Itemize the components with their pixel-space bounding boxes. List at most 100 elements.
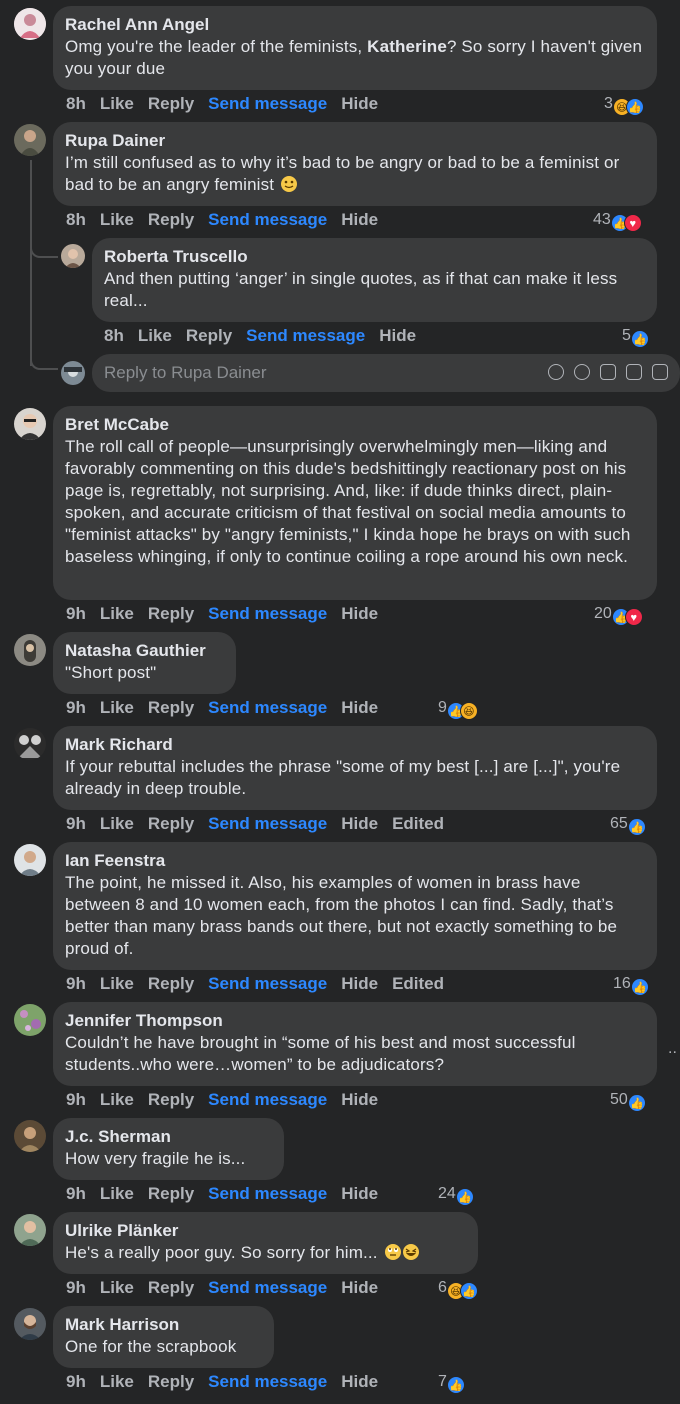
reply-button[interactable]: Reply: [148, 1090, 194, 1110]
send-message-button[interactable]: Send message: [208, 1090, 327, 1110]
reply-button[interactable]: Reply: [148, 1184, 194, 1204]
hide-button[interactable]: Hide: [341, 814, 378, 834]
comment-author[interactable]: Rachel Ann Angel: [65, 14, 645, 36]
hide-button[interactable]: Hide: [341, 1184, 378, 1204]
comment-author[interactable]: Rupa Dainer: [65, 130, 645, 152]
hide-button[interactable]: Hide: [341, 698, 378, 718]
comment-author[interactable]: Roberta Truscello: [104, 246, 645, 268]
reply-button[interactable]: Reply: [148, 1372, 194, 1392]
reaction-summary[interactable]: 50 👍: [610, 1090, 646, 1112]
comment-time[interactable]: 8h: [104, 326, 124, 346]
avatar-sticker-icon[interactable]: [548, 364, 564, 380]
comment-author[interactable]: Bret McCabe: [65, 414, 645, 436]
hide-button[interactable]: Hide: [379, 326, 416, 346]
like-button[interactable]: Like: [100, 1090, 134, 1110]
comment-time[interactable]: 8h: [66, 94, 86, 114]
comment-time[interactable]: 9h: [66, 698, 86, 718]
like-button[interactable]: Like: [100, 698, 134, 718]
avatar[interactable]: [14, 408, 46, 440]
reply-button[interactable]: Reply: [148, 814, 194, 834]
hide-button[interactable]: Hide: [341, 210, 378, 230]
like-button[interactable]: Like: [100, 1278, 134, 1298]
comment-time[interactable]: 8h: [66, 210, 86, 230]
reply-button[interactable]: Reply: [148, 1278, 194, 1298]
avatar[interactable]: [14, 1308, 46, 1340]
camera-icon[interactable]: [600, 364, 616, 380]
reaction-summary[interactable]: 6 😆👍: [438, 1278, 478, 1300]
avatar[interactable]: [14, 1004, 46, 1036]
like-button[interactable]: Like: [100, 604, 134, 624]
avatar[interactable]: [14, 1214, 46, 1246]
comment-author[interactable]: Ulrike Plänker: [65, 1220, 466, 1242]
send-message-button[interactable]: Send message: [208, 1278, 327, 1298]
comment-author[interactable]: Ian Feenstra: [65, 850, 645, 872]
hide-button[interactable]: Hide: [341, 1372, 378, 1392]
avatar[interactable]: [61, 244, 85, 268]
reply-button[interactable]: Reply: [148, 698, 194, 718]
send-message-button[interactable]: Send message: [208, 1372, 327, 1392]
edited-label[interactable]: Edited: [392, 974, 444, 994]
reply-button[interactable]: Reply: [148, 974, 194, 994]
hide-button[interactable]: Hide: [341, 974, 378, 994]
reply-button[interactable]: Reply: [186, 326, 232, 346]
reaction-summary[interactable]: 16 👍: [613, 974, 649, 996]
reaction-summary[interactable]: 3 😆👍: [604, 94, 644, 116]
send-message-button[interactable]: Send message: [208, 1184, 327, 1204]
comment-author[interactable]: Mark Harrison: [65, 1314, 262, 1336]
reaction-summary[interactable]: 24 👍: [438, 1184, 474, 1206]
comment-time[interactable]: 9h: [66, 1372, 86, 1392]
comment-author[interactable]: Mark Richard: [65, 734, 645, 756]
edited-label[interactable]: Edited: [392, 814, 444, 834]
avatar[interactable]: [14, 124, 46, 156]
comment-time[interactable]: 9h: [66, 814, 86, 834]
hide-button[interactable]: Hide: [341, 604, 378, 624]
send-message-button[interactable]: Send message: [246, 326, 365, 346]
send-message-button[interactable]: Send message: [208, 604, 327, 624]
comment-time[interactable]: 9h: [66, 1090, 86, 1110]
comment-author[interactable]: J.c. Sherman: [65, 1126, 272, 1148]
comment-author[interactable]: Jennifer Thompson: [65, 1010, 645, 1032]
sticker-icon[interactable]: [652, 364, 668, 380]
comment-time[interactable]: 9h: [66, 974, 86, 994]
avatar[interactable]: [14, 728, 46, 760]
more-options-icon[interactable]: ..: [668, 1040, 677, 1058]
reaction-summary[interactable]: 65 👍: [610, 814, 646, 836]
send-message-button[interactable]: Send message: [208, 814, 327, 834]
like-button[interactable]: Like: [100, 94, 134, 114]
send-message-button[interactable]: Send message: [208, 94, 327, 114]
like-button[interactable]: Like: [100, 974, 134, 994]
reaction-summary[interactable]: 7 👍: [438, 1372, 465, 1394]
send-message-button[interactable]: Send message: [208, 974, 327, 994]
gif-icon[interactable]: [626, 364, 642, 380]
reply-button[interactable]: Reply: [148, 604, 194, 624]
hide-button[interactable]: Hide: [341, 1278, 378, 1298]
reaction-summary[interactable]: 5 👍: [622, 326, 649, 348]
comment-time[interactable]: 9h: [66, 1184, 86, 1204]
reaction-summary[interactable]: 20 👍 ♥: [594, 604, 643, 626]
like-button[interactable]: Like: [100, 1372, 134, 1392]
reply-input[interactable]: Reply to Rupa Dainer: [92, 354, 680, 392]
reaction-summary[interactable]: 9 👍😆: [438, 698, 478, 720]
like-button[interactable]: Like: [100, 1184, 134, 1204]
avatar[interactable]: [14, 844, 46, 876]
like-reaction-icon: 👍: [455, 1188, 474, 1206]
like-reaction-icon: 👍: [446, 1376, 465, 1394]
mentioned-name[interactable]: Katherine: [367, 37, 447, 56]
hide-button[interactable]: Hide: [341, 94, 378, 114]
comment-time[interactable]: 9h: [66, 1278, 86, 1298]
comment-author[interactable]: Natasha Gauthier: [65, 640, 224, 662]
like-button[interactable]: Like: [138, 326, 172, 346]
comment-time[interactable]: 9h: [66, 604, 86, 624]
emoji-icon[interactable]: [574, 364, 590, 380]
reply-button[interactable]: Reply: [148, 94, 194, 114]
avatar[interactable]: [14, 634, 46, 666]
reply-button[interactable]: Reply: [148, 210, 194, 230]
like-button[interactable]: Like: [100, 814, 134, 834]
avatar[interactable]: [14, 8, 46, 40]
like-button[interactable]: Like: [100, 210, 134, 230]
send-message-button[interactable]: Send message: [208, 698, 327, 718]
send-message-button[interactable]: Send message: [208, 210, 327, 230]
hide-button[interactable]: Hide: [341, 1090, 378, 1110]
avatar[interactable]: [14, 1120, 46, 1152]
reaction-summary[interactable]: 43 👍 ♥: [593, 210, 642, 232]
